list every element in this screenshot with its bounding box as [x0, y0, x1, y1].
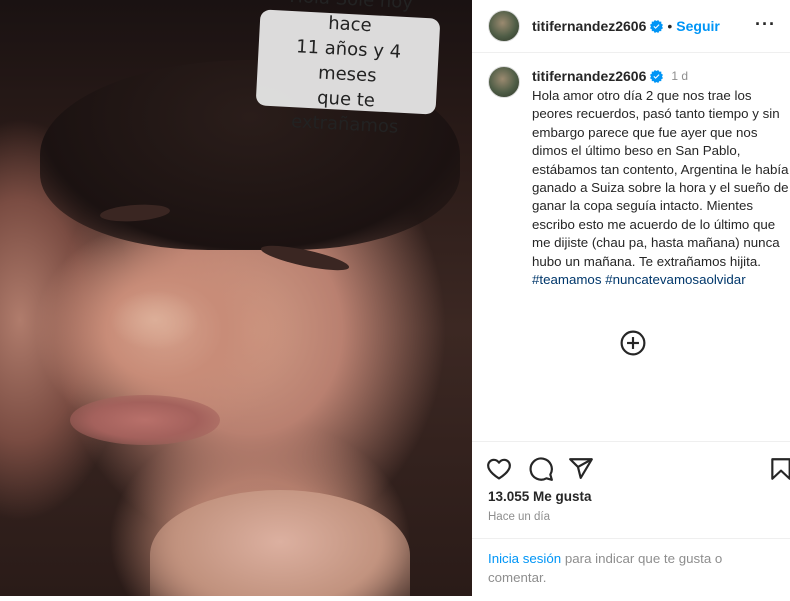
more-options-icon[interactable]: ··· [755, 14, 776, 35]
comment-icon[interactable] [528, 456, 554, 482]
photo-nose [110, 290, 200, 350]
sticker-text: Hola Sole hoy hace 11 años y 4 meses que… [289, 0, 414, 138]
caption-body: titifernandez2606 1 d Hola amor otro día… [532, 66, 790, 289]
header-separator: • [667, 18, 673, 34]
likes-count[interactable]: 13.055 Me gusta [488, 489, 592, 504]
login-link[interactable]: Inicia sesión [488, 551, 561, 566]
bookmark-icon[interactable] [768, 456, 790, 482]
caption-head: titifernandez2606 1 d [532, 66, 790, 86]
header-meta: titifernandez2606 • Seguir [532, 18, 720, 34]
paper-plane-icon[interactable] [568, 456, 594, 482]
caption-avatar[interactable] [488, 66, 520, 98]
header-username[interactable]: titifernandez2606 [532, 18, 646, 34]
follow-button[interactable]: Seguir [676, 18, 720, 34]
heart-icon[interactable] [486, 456, 512, 482]
caption-body-text: Hola amor otro día 2 que nos trae los pe… [532, 88, 789, 269]
post-time-ago: Hace un día [488, 511, 551, 523]
caption-text: Hola amor otro día 2 que nos trae los pe… [532, 87, 790, 289]
verified-badge-icon [650, 19, 664, 33]
photo-hand [150, 490, 410, 596]
hashtag-link[interactable]: #teamamos [532, 272, 601, 287]
verified-badge-icon [650, 69, 664, 83]
post-sidebar: titifernandez2606 • Seguir ··· titiferna… [472, 0, 790, 596]
plus-circle-icon[interactable] [620, 330, 646, 356]
post-image[interactable]: Hola Sole hoy hace 11 años y 4 meses que… [0, 0, 472, 596]
post-header: titifernandez2606 • Seguir ··· [472, 0, 790, 53]
hashtag-link[interactable]: #nuncatevamosaolvidar [605, 272, 745, 287]
login-prompt: Inicia sesión para indicar que te gusta … [472, 538, 790, 587]
photo-lips [70, 395, 220, 445]
story-text-sticker: Hola Sole hoy hace 11 años y 4 meses que… [255, 0, 441, 138]
avatar[interactable] [488, 10, 520, 42]
caption-username[interactable]: titifernandez2606 [532, 68, 646, 84]
caption: titifernandez2606 1 d Hola amor otro día… [488, 66, 789, 289]
caption-timestamp[interactable]: 1 d [671, 69, 688, 83]
